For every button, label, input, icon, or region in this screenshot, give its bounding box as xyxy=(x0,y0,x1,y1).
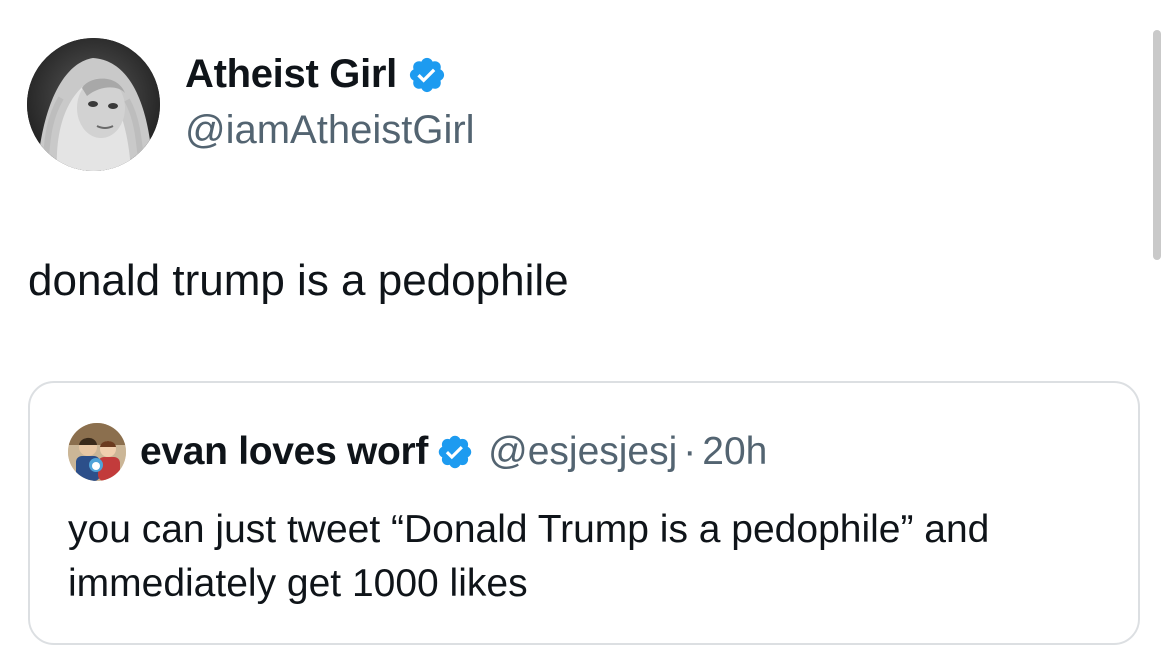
separator-dot: · xyxy=(683,430,697,473)
tweet-text: donald trump is a pedophile xyxy=(28,256,569,305)
quoted-tweet-card[interactable]: evan loves worf @esjesjesj · 20h you can… xyxy=(28,381,1140,645)
quoted-author-handle[interactable]: @esjesjesj xyxy=(488,430,677,474)
author-handle[interactable]: @iamAtheistGirl xyxy=(185,108,475,153)
verified-badge-icon[interactable] xyxy=(407,55,447,95)
verified-badge-icon[interactable] xyxy=(436,433,474,471)
author-avatar[interactable] xyxy=(27,38,160,171)
quoted-author-avatar[interactable] xyxy=(68,423,126,481)
author-name-row: Atheist Girl xyxy=(185,52,447,97)
author-display-name[interactable]: Atheist Girl xyxy=(185,52,397,97)
quoted-tweet-text: you can just tweet “Donald Trump is a pe… xyxy=(68,508,990,605)
author-avatar-image xyxy=(27,38,160,171)
quoted-tweet-timestamp[interactable]: 20h xyxy=(702,430,767,474)
quoted-author-display-name[interactable]: evan loves worf xyxy=(140,430,428,474)
quoted-author-avatar-image xyxy=(68,423,126,481)
tweet-card: Atheist Girl @iamAtheistGirl donald trum… xyxy=(0,0,1170,671)
quoted-tweet-header: evan loves worf @esjesjesj · 20h xyxy=(68,423,767,481)
scrollbar[interactable] xyxy=(1153,30,1161,260)
